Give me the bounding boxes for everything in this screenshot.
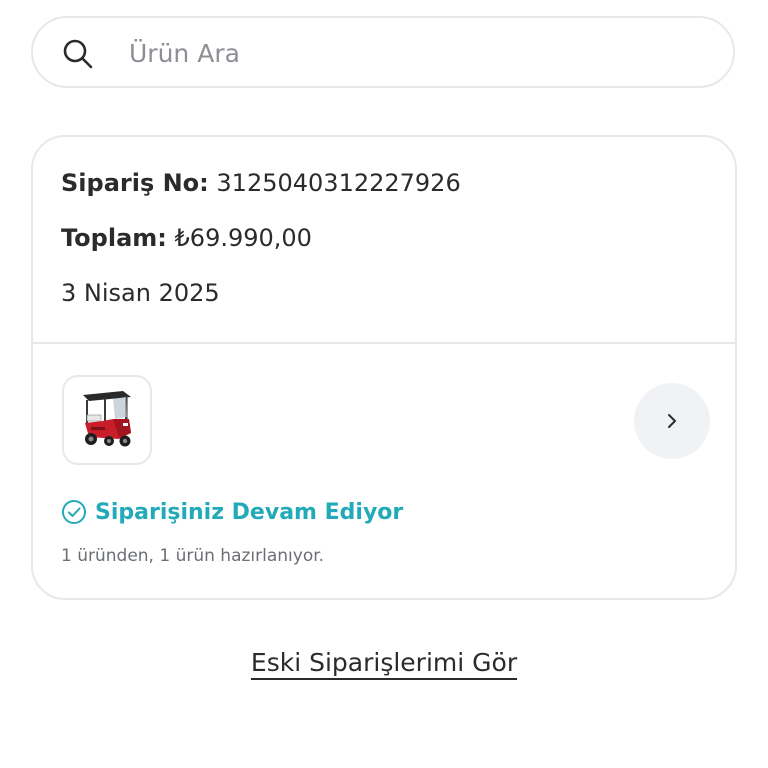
order-card[interactable]: Sipariş No: 3125040312227926 Toplam: ₺69…: [31, 135, 737, 600]
order-number-label: Sipariş No:: [61, 169, 209, 197]
card-divider: [33, 342, 735, 344]
search-bar[interactable]: [31, 16, 735, 88]
search-input[interactable]: [129, 32, 689, 74]
chevron-right-icon: [668, 414, 676, 428]
order-status: Siparişiniz Devam Ediyor: [61, 499, 403, 525]
search-icon: [63, 39, 93, 69]
order-total-value: ₺69.990,00: [174, 224, 312, 252]
order-number-line: Sipariş No: 3125040312227926: [61, 169, 461, 197]
order-status-text: Siparişiniz Devam Ediyor: [95, 499, 404, 525]
orders-page: Sipariş No: 3125040312227926 Toplam: ₺69…: [0, 0, 768, 768]
old-orders-link-wrapper: Eski Siparişlerimi Gör: [0, 648, 768, 677]
check-circle-icon: [62, 500, 86, 524]
order-total-line: Toplam: ₺69.990,00: [61, 224, 312, 252]
electric-tricycle-image: [83, 391, 131, 447]
product-thumbnail[interactable]: [62, 375, 152, 465]
order-date: 3 Nisan 2025: [61, 279, 220, 307]
order-detail-button[interactable]: [634, 383, 710, 459]
order-number-value: 3125040312227926: [216, 169, 461, 197]
order-status-detail: 1 üründen, 1 ürün hazırlanıyor.: [61, 546, 325, 566]
old-orders-link[interactable]: Eski Siparişlerimi Gör: [251, 648, 517, 677]
order-total-label: Toplam:: [61, 224, 167, 252]
